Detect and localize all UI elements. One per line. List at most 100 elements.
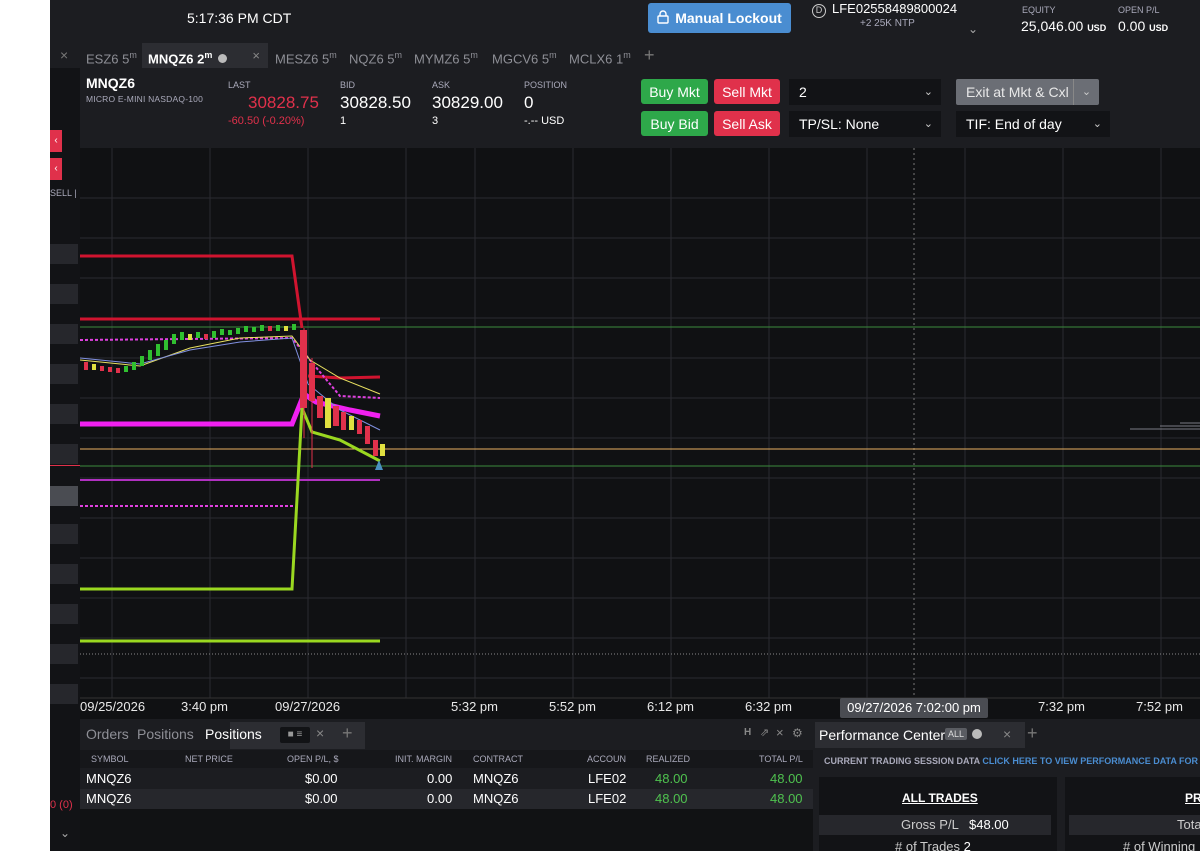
close-icon[interactable]: × [60,43,68,68]
time-label: 7:52 pm [1136,699,1183,714]
time-label: 6:32 pm [745,699,792,714]
session-label: CURRENT TRADING SESSION DATA CLICK HERE … [824,756,1200,766]
rail-row-highlight [50,486,78,506]
exit-at-market-button[interactable]: Exit at Mkt & Cxl ⌄ [956,79,1099,105]
outer-background [0,0,50,851]
winning-row: # of Winning [1123,839,1196,851]
tpsl-select[interactable]: TP/SL: None ⌄ [789,111,941,137]
tif-select[interactable]: TIF: End of day ⌄ [956,111,1110,137]
open-pl-value: 0.00 USD [1118,18,1169,34]
rail-sell-button[interactable]: ‹ [50,130,62,152]
gear-icon[interactable]: ⚙ [792,726,803,740]
rail-row [50,564,78,584]
panel-toggle[interactable]: ■ ≡ [280,727,310,743]
col-contract: CONTRACT [473,754,523,764]
dom-ladder-rail: ‹ ‹ SELL | 0 (0) ⌄ [50,68,80,851]
price-change: -60.50 (-0.20%) [228,115,305,127]
table-row[interactable]: MNQZ6 $0.00 0.00 MNQZ6 LFE02 48.00 48.00 [80,769,813,789]
rail-row [50,364,78,384]
positions-panel: Orders Positions Positions ■ ≡ × + H ⇗ ×… [80,719,813,851]
buy-market-button[interactable]: Buy Mkt [641,79,708,104]
open-pl-label: OPEN P/L [1118,5,1160,15]
time-label: 6:12 pm [647,699,694,714]
table-empty-area [80,809,813,851]
time-label: 09/27/2026 [275,699,340,714]
tab-esz6[interactable]: ESZ6 5m [86,43,137,68]
rail-row [50,444,78,464]
chevron-down-icon: ⌄ [923,86,933,98]
perf-title[interactable]: Performance Center [819,727,945,743]
rail-row [50,324,78,344]
buy-bid-button[interactable]: Buy Bid [641,111,708,136]
perf-data-link[interactable]: CLICK HERE TO VIEW PERFORMANCE DATA FOR … [982,756,1200,766]
table-row[interactable]: MNQZ6 $0.00 0.00 MNQZ6 LFE02 48.00 48.00 [80,789,813,809]
time-label: 5:52 pm [549,699,596,714]
rail-row [50,244,78,264]
tab-orders[interactable]: Orders [86,726,129,742]
rail-sell-button-2[interactable]: ‹ [50,158,62,180]
col-init-margin: INIT. MARGIN [395,754,453,764]
ask-size: 3 [432,115,439,127]
tab-mnqz6[interactable]: MNQZ6 2m × [142,43,268,68]
rail-row [50,524,78,544]
add-tab-icon[interactable]: + [644,43,655,68]
tab-mgcv6[interactable]: MGCV6 5m [492,43,557,68]
chart-tabs: × ESZ6 5m MNQZ6 2m × MESZ6 5m NQZ6 5m MY… [50,43,1200,68]
col-account: ACCOUN [587,754,627,764]
tab-mesz6[interactable]: MESZ6 5m [275,43,337,68]
last-price: 30828.75 [248,93,319,112]
performance-panel: Performance Center ALL × + CURRENT TRADI… [815,719,1200,851]
chevron-down-icon[interactable]: ⌄ [60,826,70,840]
status-dot [972,729,982,739]
col-net-price: NET PRICE [185,754,233,764]
time-label: 7:32 pm [1038,699,1085,714]
band-red-right [307,374,381,380]
pr-header[interactable]: PR [1185,791,1200,805]
rail-left-value: 0 (0) [50,799,73,811]
sell-market-button[interactable]: Sell Mkt [714,79,780,104]
all-trades-header[interactable]: ALL TRADES [902,791,978,805]
tab-mclx6[interactable]: MCLX6 1m [569,43,631,68]
crosshair-time-label: 09/27/2026 7:02:00 pm [847,700,981,715]
close-icon[interactable]: × [1003,726,1011,742]
chevron-down-icon[interactable]: ⌄ [1073,79,1099,105]
sell-ask-button[interactable]: Sell Ask [714,111,780,136]
col-symbol: SYMBOL [91,754,129,764]
chevron-down-icon: ⌄ [1092,118,1102,130]
instrument-name: MICRO E-MINI NASDAQ-100 [86,94,204,104]
instrument-header: MNQZ6 MICRO E-MINI NASDAQ-100 LAST 30828… [80,68,1200,148]
tab-mymz6[interactable]: MYMZ6 5m [414,43,478,68]
gross-row: Gross P/L $48.00 [819,815,1051,835]
tab-positions[interactable]: Positions [137,726,194,742]
price-chart[interactable]: 09/25/2026 3:40 pm 09/27/2026 5:32 pm 5:… [79,148,1200,719]
panel-h-control[interactable]: H [744,727,751,738]
rail-row [50,644,78,664]
ask-label: ASK [432,80,451,90]
lock-icon [657,9,669,27]
account-id: LFE02558489800024 [832,1,958,16]
add-tab-icon[interactable]: + [342,723,353,744]
perf-badge[interactable]: ALL [945,728,968,740]
add-tab-icon[interactable]: + [1027,723,1038,744]
tab-positions-active[interactable]: Positions [205,726,262,742]
close-icon[interactable]: × [316,725,324,741]
tab-nqz6[interactable]: NQZ6 5m [349,43,402,68]
chevron-down-icon: ⌄ [923,118,933,130]
time-label: 09/25/2026 [80,699,145,714]
pin-icon[interactable]: ⇗ [760,726,769,739]
rail-row [50,404,78,424]
time-label: 5:32 pm [451,699,498,714]
all-trades-card: ALL TRADES Gross P/L $48.00 # of Trades … [819,777,1057,851]
account-selector[interactable]: D LFE02558489800024 [812,1,957,18]
close-icon[interactable]: × [776,725,784,740]
equity-label: EQUITY [1022,5,1056,15]
time-axis: 09/25/2026 3:40 pm 09/27/2026 5:32 pm 5:… [80,699,1183,714]
quantity-select[interactable]: 2 ⌄ [789,79,941,105]
col-total-pl: TOTAL P/L [759,754,803,764]
chevron-down-icon[interactable]: ⌄ [968,22,978,36]
manual-lockout-button[interactable]: Manual Lockout [648,3,791,33]
close-icon[interactable]: × [252,43,260,68]
chart-canvas[interactable]: 09/25/2026 3:40 pm 09/27/2026 5:32 pm 5:… [79,148,1200,719]
profit-card: PR Tota # of Winning [1065,777,1200,851]
position-pl: -.-- USD [524,115,565,127]
